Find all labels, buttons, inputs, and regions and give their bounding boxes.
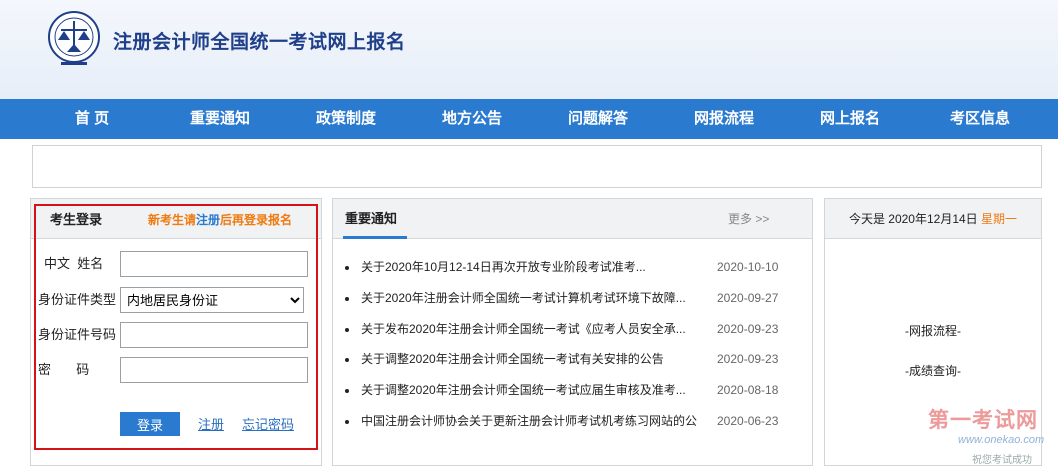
news-item-date: 2020-08-18 (717, 383, 779, 397)
news-more-link[interactable]: 更多 >> (728, 199, 769, 239)
nav-faq[interactable]: 问题解答 (558, 99, 638, 139)
date-header: 今天是 2020年12月14日 星期一 (825, 199, 1041, 239)
news-item-title[interactable]: 关于2020年注册会计师全国统一考试计算机考试环境下故障... (361, 288, 697, 308)
news-item: 关于调整2020年注册会计师全国统一考试应届生审核及准考... 2020-08-… (333, 380, 812, 400)
register-link[interactable]: 注册 (198, 414, 224, 433)
register-hint-link[interactable]: 注册 (196, 213, 220, 227)
watermark-logo: 第一考试网 www.onekao.com 祝您考试成功 (928, 404, 1052, 472)
id-type-select[interactable]: 内地居民身份证 (120, 287, 304, 313)
bullet-icon (345, 328, 349, 332)
news-panel: 重要通知 更多 >> 关于2020年10月12-14日再次开放专业阶段考试准考.… (332, 198, 813, 466)
news-item-date: 2020-09-27 (717, 291, 779, 305)
login-title: 考生登录 (50, 212, 103, 227)
news-item: 关于2020年10月12-14日再次开放专业阶段考试准考... 2020-10-… (333, 257, 812, 277)
bullet-icon (345, 297, 349, 301)
forgot-password-link[interactable]: 忘记密码 (242, 414, 294, 433)
watermark-title: 第一考试网 (928, 409, 1038, 432)
registration-process-link[interactable]: -网报流程- (825, 322, 1041, 339)
news-item-date: 2020-09-23 (717, 352, 779, 366)
news-item-date: 2020-10-10 (717, 260, 779, 274)
watermark-url: www.onekao.com (958, 434, 1045, 446)
bullet-icon (345, 420, 349, 424)
cicpa-seal-logo-icon[interactable] (47, 10, 101, 68)
news-item: 关于调整2020年注册会计师全国统一考试有关安排的公告 2020-09-23 (333, 349, 812, 369)
news-item: 关于发布2020年注册会计师全国统一考试《应考人员安全承... 2020-09-… (333, 319, 812, 339)
register-hint-after: 后再登录报名 (220, 213, 293, 227)
nav-online-registration[interactable]: 网上报名 (810, 99, 890, 139)
register-hint: 新考生请注册后再登录报名 (148, 206, 292, 234)
id-type-label: 身份证件类型 (38, 292, 117, 307)
nav-home[interactable]: 首 页 (52, 99, 132, 139)
name-label: 中文 姓名 (44, 256, 104, 271)
news-title-underline (343, 236, 407, 239)
name-input[interactable] (120, 251, 308, 277)
nav-exam-area-info[interactable]: 考区信息 (940, 99, 1020, 139)
nav-policies[interactable]: 政策制度 (306, 99, 386, 139)
today-date-text: 今天是 2020年12月14日 (848, 212, 978, 226)
announcement-banner (32, 145, 1042, 188)
score-inquiry-link[interactable]: -成绩查询- (825, 362, 1041, 379)
news-item: 中国注册会计师协会关于更新注册会计师考试机考练习网站的公... 2020-06-… (333, 411, 812, 431)
news-item-title[interactable]: 中国注册会计师协会关于更新注册会计师考试机考练习网站的公... (361, 411, 697, 431)
nav-important-notices[interactable]: 重要通知 (180, 99, 260, 139)
news-panel-header: 重要通知 更多 >> (333, 199, 812, 239)
news-title: 重要通知 (345, 211, 398, 226)
weekday: 星期一 (981, 212, 1018, 226)
news-item: 关于2020年注册会计师全国统一考试计算机考试环境下故障... 2020-09-… (333, 288, 812, 308)
id-number-input[interactable] (120, 322, 308, 348)
register-hint-before: 新考生请 (148, 213, 197, 227)
bullet-icon (345, 389, 349, 393)
news-item-title[interactable]: 关于发布2020年注册会计师全国统一考试《应考人员安全承... (361, 319, 697, 339)
main-nav: 首 页 重要通知 政策制度 地方公告 问题解答 网报流程 网上报名 考区信息 (0, 99, 1058, 139)
id-number-label: 身份证件号码 (38, 327, 117, 342)
news-item-title[interactable]: 关于2020年10月12-14日再次开放专业阶段考试准考... (361, 257, 697, 277)
bullet-icon (345, 358, 349, 362)
news-item-title[interactable]: 关于调整2020年注册会计师全国统一考试有关安排的公告 (361, 349, 697, 369)
news-item-title[interactable]: 关于调整2020年注册会计师全国统一考试应届生审核及准考... (361, 380, 697, 400)
login-button[interactable]: 登录 (120, 412, 180, 436)
password-input[interactable] (120, 357, 308, 383)
bullet-icon (345, 266, 349, 270)
news-item-date: 2020-09-23 (717, 322, 779, 336)
password-label: 密 码 (38, 362, 90, 377)
nav-registration-process[interactable]: 网报流程 (684, 99, 764, 139)
news-item-date: 2020-06-23 (717, 414, 779, 428)
site-header: 注册会计师全国统一考试网上报名 (0, 0, 1058, 99)
nav-local-announcements[interactable]: 地方公告 (432, 99, 512, 139)
site-title: 注册会计师全国统一考试网上报名 (113, 32, 406, 53)
today-date: 今天是 2020年12月14日 星期一 (825, 199, 1041, 239)
watermark-slogan: 祝您考试成功 (972, 455, 1032, 466)
